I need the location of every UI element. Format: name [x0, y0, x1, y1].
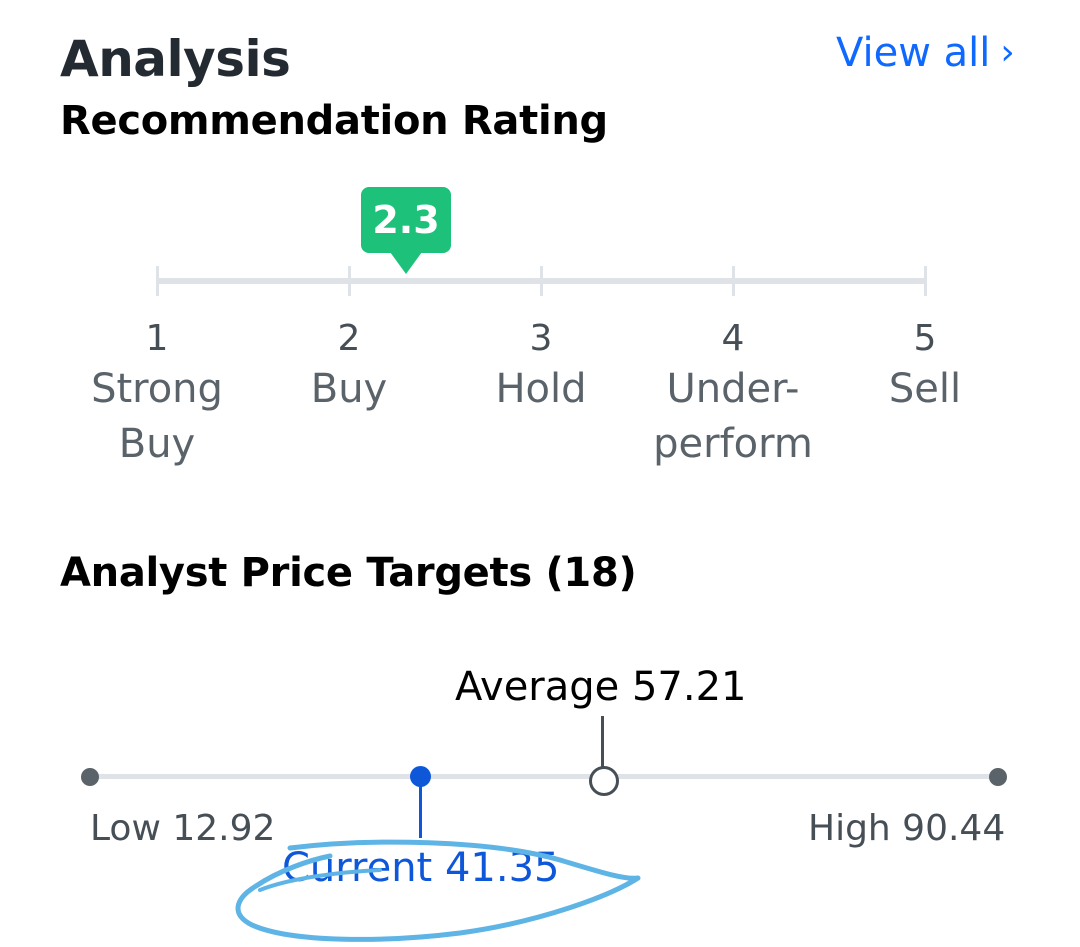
- rating-tick-5: [924, 266, 927, 296]
- rating-scale-number: 5: [913, 318, 937, 359]
- analyst-price-targets-title: Analyst Price Targets (18): [60, 550, 637, 596]
- current-price-marker: [410, 766, 431, 787]
- rating-tick-3: [540, 266, 543, 296]
- rating-badge-pointer: [390, 252, 422, 274]
- rating-scale-number: 3: [529, 318, 553, 359]
- view-all-label[interactable]: View all: [836, 30, 990, 76]
- rating-scale-label: Sell: [888, 366, 962, 412]
- average-target-label: Average 57.21: [455, 664, 747, 710]
- rating-scale-number: 4: [721, 318, 745, 359]
- scribble-stroke: [235, 839, 641, 942]
- high-target-dot: [989, 768, 1007, 786]
- price-target-track: [90, 774, 1000, 779]
- rating-tick-4: [732, 266, 735, 296]
- view-all-link[interactable]: View all ›: [836, 30, 1015, 76]
- hand-drawn-circle-annotation: [235, 839, 641, 942]
- rating-tick-1: [156, 266, 159, 296]
- average-target-stem: [601, 716, 604, 768]
- rating-scale-label: Under- perform: [653, 366, 813, 467]
- high-target-label: High 90.44: [808, 808, 1006, 849]
- low-target-dot: [81, 768, 99, 786]
- rating-scale-label: Hold: [495, 366, 587, 412]
- rating-tick-2: [348, 266, 351, 296]
- rating-scale-label: Buy: [310, 366, 388, 412]
- average-target-marker: [589, 766, 619, 796]
- rating-scale-label: Strong Buy: [91, 366, 223, 467]
- rating-value-badge: 2.3: [361, 187, 451, 253]
- rating-scale-number: 1: [145, 318, 169, 359]
- chevron-right-icon[interactable]: ›: [1000, 32, 1014, 73]
- recommendation-rating-title: Recommendation Rating: [60, 98, 608, 144]
- rating-scale-number: 2: [337, 318, 361, 359]
- section-title-analysis: Analysis: [60, 30, 291, 88]
